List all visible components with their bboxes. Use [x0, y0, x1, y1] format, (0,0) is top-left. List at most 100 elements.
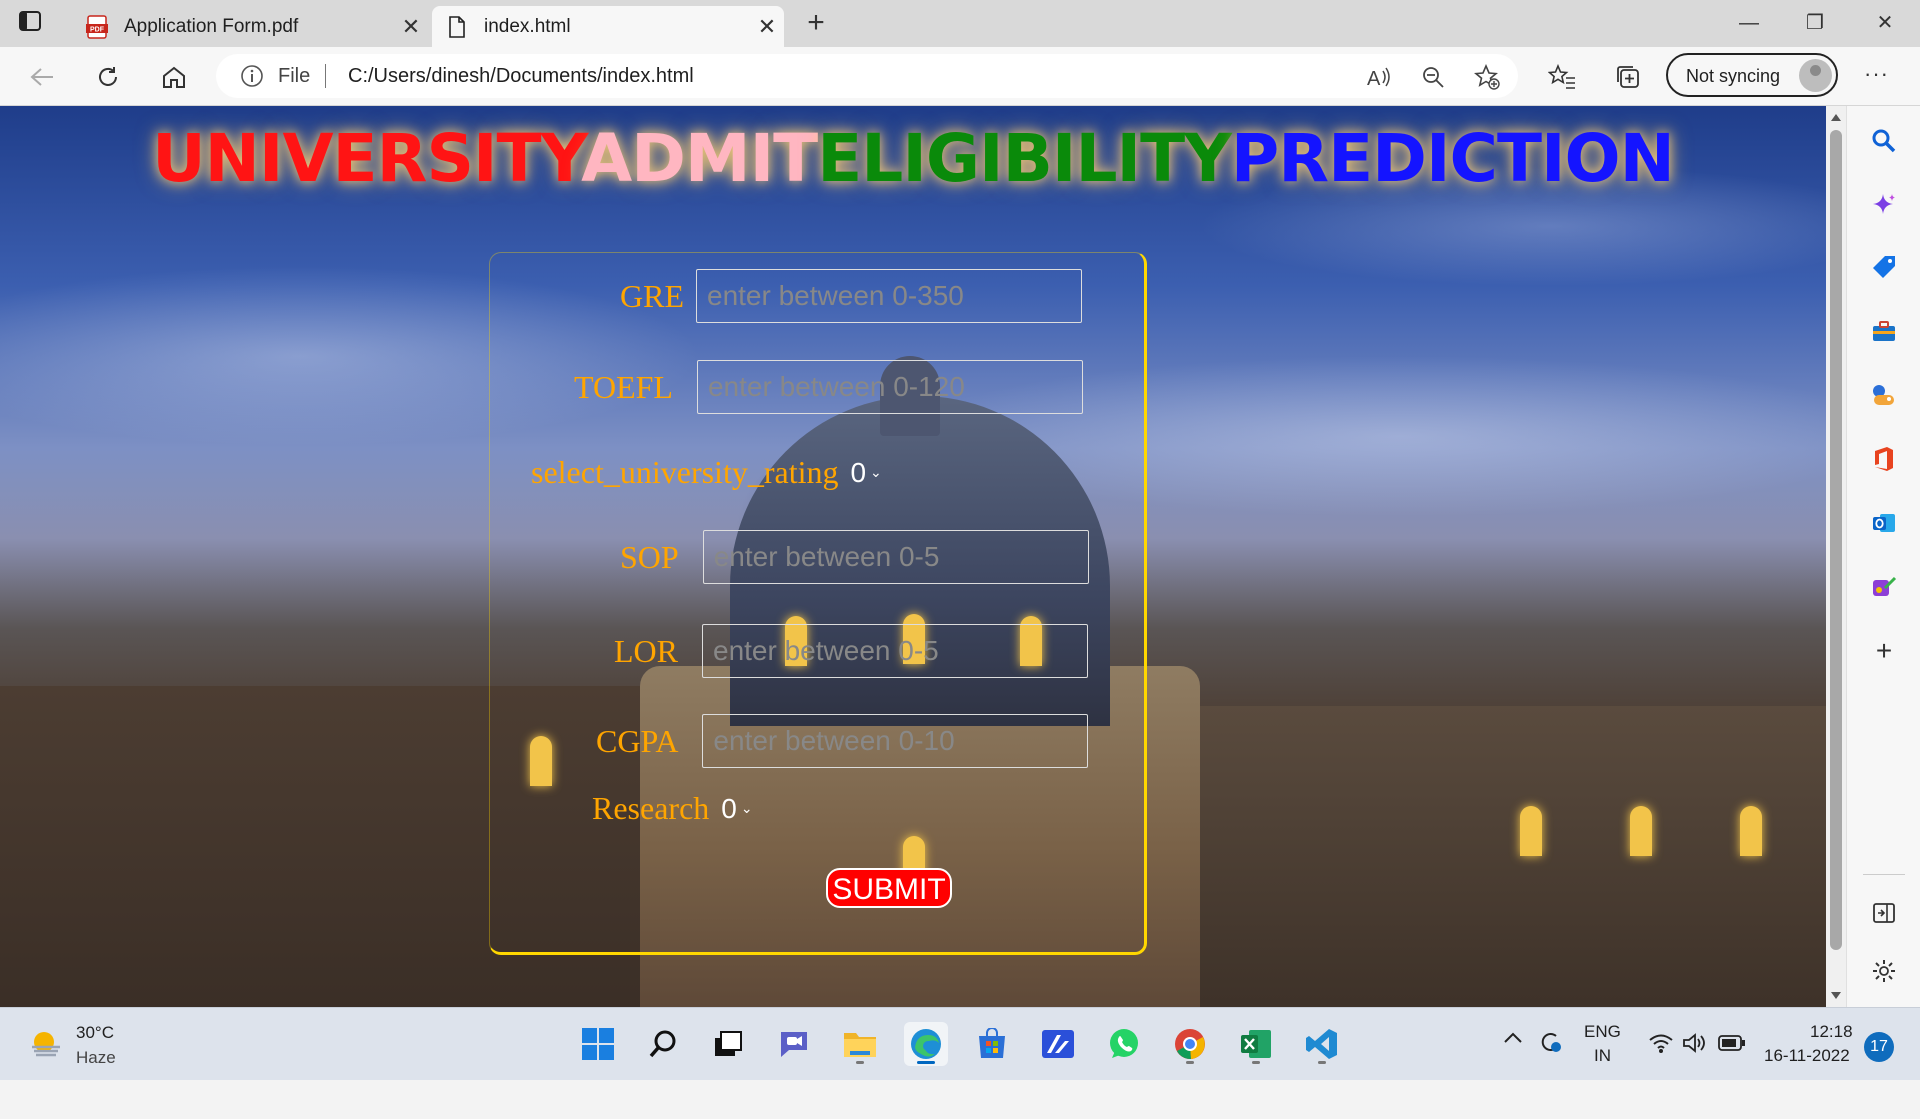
restore-icon[interactable]: ❐	[1786, 6, 1844, 40]
add-sidebar-app-icon[interactable]: +	[1869, 635, 1899, 666]
home-icon[interactable]	[156, 59, 192, 95]
running-indicator	[856, 1061, 864, 1064]
running-indicator	[917, 1061, 935, 1064]
read-aloud-icon[interactable]: A	[1364, 62, 1394, 92]
research-value: 0	[721, 792, 737, 824]
search-icon[interactable]	[642, 1022, 686, 1066]
sync-label: Not syncing	[1686, 66, 1781, 86]
settings-gear-icon[interactable]	[1869, 956, 1899, 986]
scrollbar-thumb[interactable]	[1830, 130, 1842, 950]
battery-icon[interactable]	[1718, 1034, 1746, 1107]
scroll-up-icon[interactable]	[1831, 114, 1841, 121]
lor-label: LOR	[614, 632, 678, 669]
page-viewport: UNIVERSITYADMITELIGIBILITYPREDICTION GRE…	[0, 106, 1826, 1007]
research-select[interactable]: 0 ⌄	[721, 793, 752, 825]
address-bar[interactable]: File C:/Users/dinesh/Documents/index.htm…	[216, 54, 1518, 98]
profile-sync-button[interactable]: Not syncing	[1666, 53, 1838, 97]
weather-temperature[interactable]: 30°C	[76, 1023, 114, 1043]
shopping-tag-icon[interactable]	[1869, 252, 1899, 282]
prediction-form	[489, 252, 1147, 955]
sop-row: SOP	[620, 530, 1089, 584]
file-icon	[444, 14, 470, 40]
running-indicator	[1186, 1061, 1194, 1064]
research-row: Research 0 ⌄	[592, 790, 753, 827]
gre-input[interactable]	[696, 269, 1082, 323]
games-icon[interactable]	[1869, 380, 1899, 410]
url-text[interactable]: C:/Users/dinesh/Documents/index.html	[348, 65, 694, 88]
tab-strip: PDF Application Form.pdf ✕ index.html ✕ …	[0, 0, 1920, 47]
edge-browser-icon[interactable]	[904, 1022, 948, 1066]
lit-window	[1520, 806, 1542, 856]
azure-data-studio-icon[interactable]	[1036, 1022, 1080, 1066]
cgpa-label: CGPA	[596, 722, 679, 759]
volume-icon[interactable]	[1682, 1032, 1708, 1105]
clock-date[interactable]: 16-11-2022	[1764, 1046, 1850, 1119]
scroll-down-icon[interactable]	[1831, 992, 1841, 999]
lor-row: LOR	[614, 624, 1088, 678]
scheme-label: File	[278, 65, 311, 87]
cgpa-input[interactable]	[702, 714, 1089, 768]
svg-text:A: A	[1367, 68, 1381, 89]
tab-title: index.html	[484, 15, 571, 37]
tab-index-html[interactable]: index.html ✕	[432, 6, 784, 47]
whatsapp-icon[interactable]	[1102, 1022, 1146, 1066]
sop-label: SOP	[620, 538, 679, 575]
teams-chat-icon[interactable]	[772, 1022, 816, 1066]
favorites-icon[interactable]	[1544, 59, 1580, 95]
running-indicator	[1318, 1061, 1326, 1064]
back-icon[interactable]	[24, 59, 60, 95]
info-icon[interactable]	[240, 64, 264, 93]
office-icon[interactable]	[1869, 444, 1899, 474]
refresh-icon[interactable]	[90, 59, 126, 95]
divider	[1863, 874, 1905, 875]
close-tab-icon[interactable]: ✕	[750, 14, 784, 40]
submit-button[interactable]: SUBMIT	[826, 868, 952, 908]
close-tab-icon[interactable]: ✕	[394, 14, 428, 40]
title-part-prediction: PREDICTION	[1230, 120, 1675, 197]
research-label: Research	[592, 790, 710, 826]
navigation-bar: File C:/Users/dinesh/Documents/index.htm…	[0, 47, 1920, 106]
page-scrollbar[interactable]	[1826, 106, 1846, 1007]
toefl-input[interactable]	[696, 360, 1083, 414]
close-window-icon[interactable]: ✕	[1856, 6, 1914, 40]
new-tab-icon[interactable]: +	[800, 8, 832, 40]
microsoft-store-icon[interactable]	[970, 1022, 1014, 1066]
excel-icon[interactable]	[1234, 1022, 1278, 1066]
task-view-icon[interactable]	[706, 1022, 750, 1066]
sop-input[interactable]	[702, 530, 1089, 584]
vscode-icon[interactable]	[1300, 1022, 1344, 1066]
weather-condition[interactable]: Haze	[76, 1048, 116, 1068]
search-icon[interactable]	[1869, 126, 1899, 156]
outlook-icon[interactable]	[1869, 508, 1899, 538]
tab-application-form[interactable]: PDF Application Form.pdf ✕	[72, 6, 428, 47]
page-title: UNIVERSITYADMITELIGIBILITYPREDICTION	[0, 120, 1826, 197]
title-part-university: UNIVERSITY	[152, 120, 582, 197]
minimize-icon[interactable]: —	[1720, 6, 1778, 40]
file-explorer-icon[interactable]	[838, 1022, 882, 1066]
rating-select[interactable]: 0 ⌄	[850, 457, 881, 489]
gre-row: GRE	[620, 269, 1082, 323]
wifi-icon[interactable]	[1648, 1032, 1674, 1105]
designer-icon[interactable]	[1869, 572, 1899, 602]
hide-sidebar-icon[interactable]	[1869, 898, 1899, 928]
title-part-eligibility: ELIGIBILITY	[817, 120, 1232, 197]
tools-briefcase-icon[interactable]	[1869, 316, 1899, 346]
add-favorite-icon[interactable]	[1472, 62, 1502, 92]
start-windows-icon[interactable]	[576, 1022, 620, 1066]
rating-label: select_university_rating	[531, 454, 839, 490]
show-hidden-icons-chevron-up-icon[interactable]	[1502, 1030, 1524, 1103]
copilot-sparkle-icon[interactable]	[1869, 190, 1899, 220]
sync-cloud-icon[interactable]	[1534, 1026, 1564, 1099]
tab-actions-icon[interactable]	[18, 10, 52, 38]
divider	[325, 64, 326, 88]
more-menu-icon[interactable]: ···	[1864, 61, 1889, 87]
chevron-down-icon: ⌄	[870, 464, 882, 480]
notification-badge[interactable]: 17	[1864, 1032, 1894, 1062]
lor-input[interactable]	[702, 624, 1088, 678]
collections-icon[interactable]	[1610, 59, 1646, 95]
zoom-out-icon[interactable]	[1418, 62, 1448, 92]
cgpa-input-row: CGPA	[596, 714, 1089, 768]
chrome-icon[interactable]	[1168, 1022, 1212, 1066]
language-region[interactable]: IN	[1594, 1046, 1611, 1119]
weather-haze-icon[interactable]	[28, 1028, 62, 1058]
